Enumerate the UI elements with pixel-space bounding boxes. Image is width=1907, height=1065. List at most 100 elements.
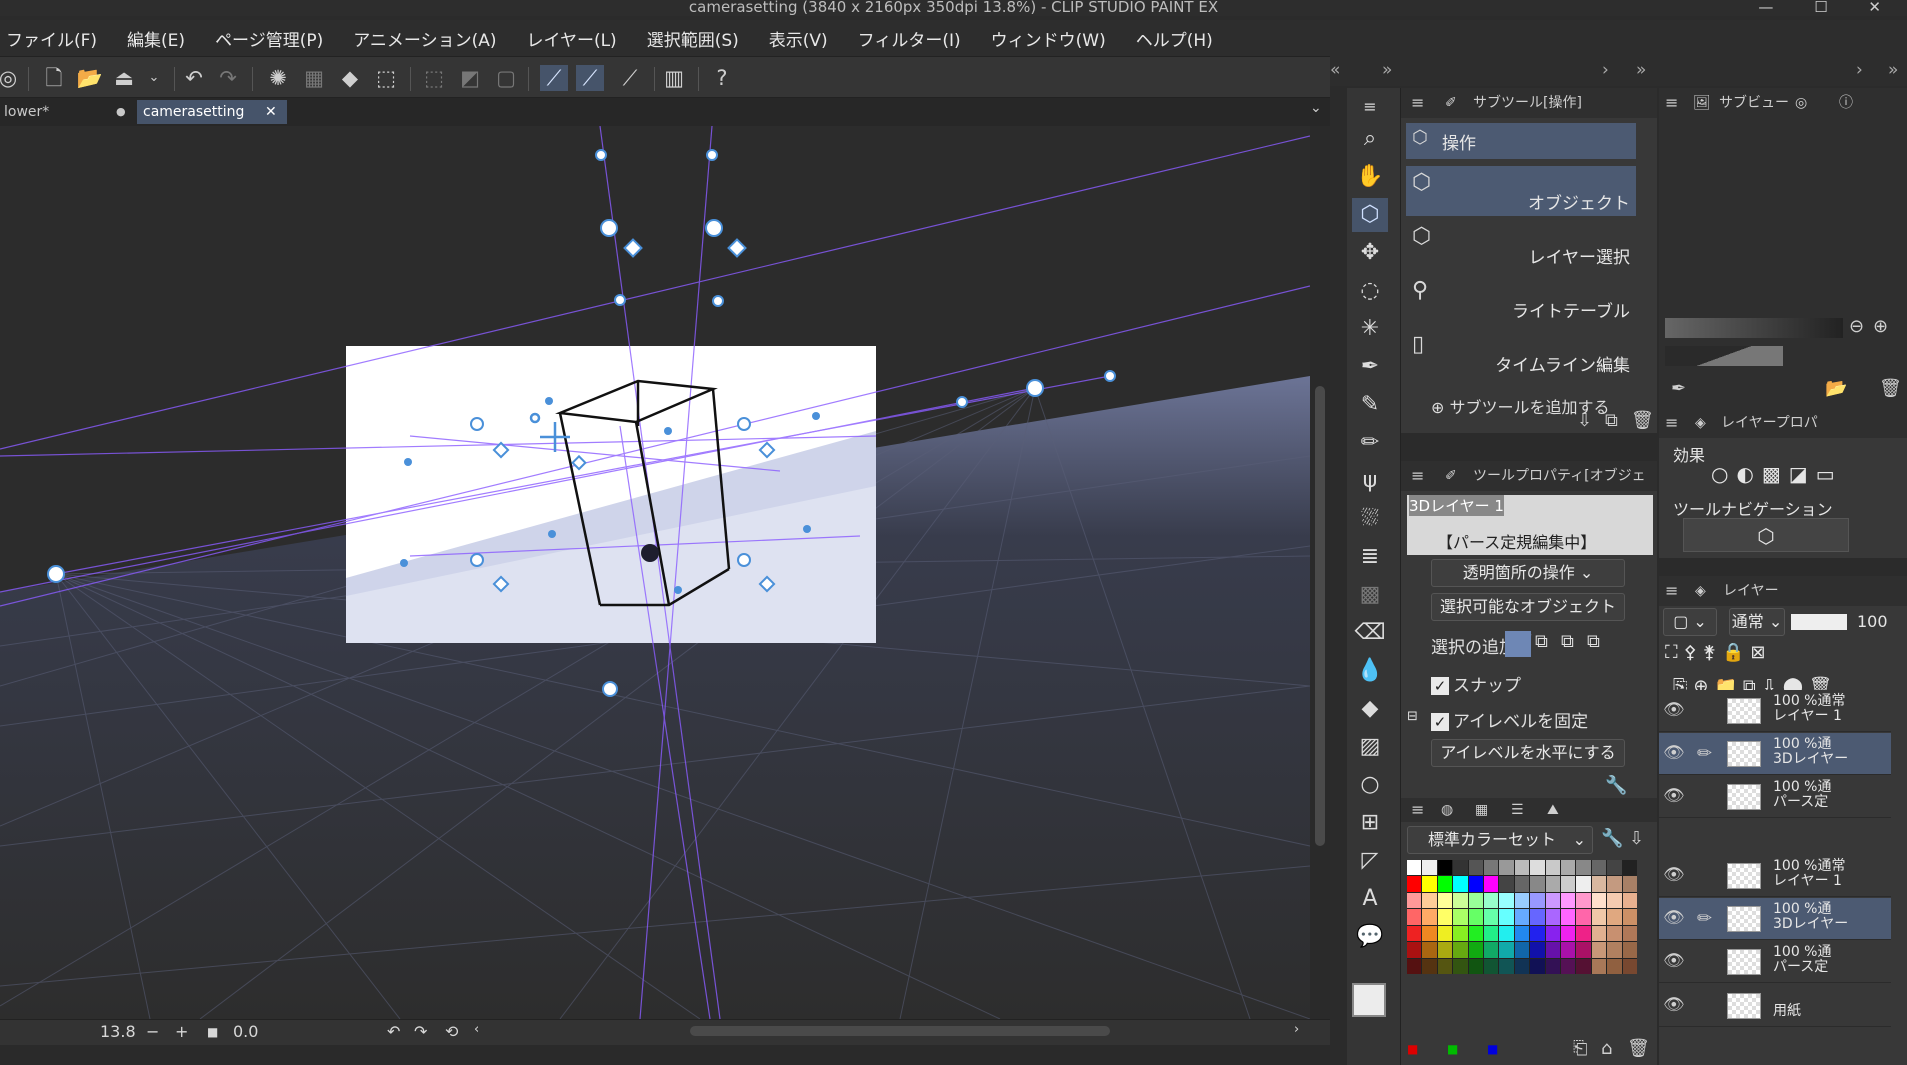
menu-filter[interactable]: フィルター(I) xyxy=(858,26,961,51)
wrench-icon[interactable]: 🔧 xyxy=(1605,775,1627,796)
fill-icon[interactable]: ◆ xyxy=(336,65,364,91)
palette-swatch[interactable] xyxy=(1591,958,1607,974)
palette-swatch[interactable] xyxy=(1591,942,1607,958)
palette-swatch[interactable] xyxy=(1453,942,1468,958)
magic-wand-icon[interactable]: ✳ xyxy=(1352,312,1388,346)
palette-swatch[interactable] xyxy=(1407,860,1422,876)
palette-swatch[interactable] xyxy=(1545,892,1560,909)
menu-icon[interactable]: ≡ xyxy=(1352,90,1388,124)
palette-swatch[interactable] xyxy=(1453,909,1468,925)
palette-swatch[interactable] xyxy=(1468,958,1483,974)
palette-swatch[interactable] xyxy=(1576,925,1591,942)
palette-swatch[interactable] xyxy=(1607,925,1622,942)
selection-border-icon[interactable]: ▢ xyxy=(492,65,520,91)
transparent-area-dropdown[interactable]: 透明箇所の操作 ⌄ xyxy=(1431,559,1625,587)
minimize-button[interactable]: — xyxy=(1758,0,1791,16)
zoom-value[interactable]: 13.8 xyxy=(100,1022,136,1041)
palette-swatch[interactable] xyxy=(1560,892,1576,909)
lasso-tool-icon[interactable]: ◌ xyxy=(1352,274,1388,308)
rotate-right-icon[interactable]: ↷ xyxy=(414,1022,427,1041)
palette-swatch[interactable] xyxy=(1530,909,1545,925)
palette-swatch[interactable] xyxy=(1422,925,1437,942)
palette-swatch[interactable] xyxy=(1453,892,1468,909)
snap-row[interactable]: ✓ スナップ xyxy=(1401,667,1629,701)
palette-swatch[interactable] xyxy=(1468,892,1483,909)
close-tab-icon[interactable]: ✕ xyxy=(265,100,277,124)
move-layer-tool-icon[interactable]: ✥ xyxy=(1352,236,1388,270)
color-set-dropdown[interactable]: 標準カラーセット ⌄ xyxy=(1407,826,1593,854)
layer-row[interactable]: 👁 ✏ 100 %通 3Dレイヤー xyxy=(1659,733,1891,775)
palette-swatch[interactable] xyxy=(1407,876,1422,892)
scroll-left-icon[interactable]: ‹ xyxy=(474,1022,479,1037)
chevron-down-icon[interactable]: ⌄ xyxy=(1310,100,1322,116)
menu-help[interactable]: ヘルプ(H) xyxy=(1136,26,1213,51)
palette-swatch[interactable] xyxy=(1468,909,1483,925)
eye-icon[interactable]: 👁 xyxy=(1663,786,1685,806)
expand-right-icon[interactable]: » xyxy=(1888,60,1898,80)
palette-swatch[interactable] xyxy=(1422,860,1437,876)
palette-swatch[interactable] xyxy=(1437,942,1453,958)
palette-swatch[interactable] xyxy=(1607,958,1622,974)
expand-right-icon[interactable]: » xyxy=(1636,60,1646,80)
palette-swatch[interactable] xyxy=(1576,958,1591,974)
collapse-left-icon[interactable]: « xyxy=(1330,60,1340,80)
menu-layer[interactable]: レイヤー(L) xyxy=(526,26,616,51)
undo-icon[interactable]: ↶ xyxy=(180,65,208,91)
eye-icon[interactable]: 👁 xyxy=(1663,908,1685,928)
angle-value[interactable]: 0.0 xyxy=(233,1022,258,1041)
pen-tool-icon[interactable]: ✎ xyxy=(1352,388,1388,422)
subtool-light-table[interactable]: ⚲ ライトテーブル xyxy=(1406,274,1636,324)
layer-option-icons[interactable]: ⛶⚴⚵🔒⊠ xyxy=(1665,642,1771,663)
main-color-swatch[interactable] xyxy=(1352,983,1386,1017)
chevron-right-icon[interactable]: › xyxy=(1602,60,1609,80)
decoration-tool-icon[interactable]: ≣ xyxy=(1352,540,1388,574)
balloon-tool-icon[interactable]: 💬 xyxy=(1352,920,1388,954)
clear-outside-icon[interactable]: ▦ xyxy=(300,65,328,91)
palette-swatch[interactable] xyxy=(1622,925,1637,942)
zoom-out-button[interactable]: − xyxy=(146,1022,159,1041)
palette-swatch[interactable] xyxy=(1407,925,1422,942)
palette-swatch[interactable] xyxy=(1514,958,1530,974)
palette-swatch[interactable] xyxy=(1453,860,1468,876)
palette-swatch[interactable] xyxy=(1453,876,1468,892)
palette-swatch[interactable] xyxy=(1530,892,1545,909)
menu-icon[interactable]: ≡ xyxy=(1411,461,1424,491)
gradient-icon[interactable]: ▨ xyxy=(1352,730,1388,764)
palette-swatch[interactable] xyxy=(1453,958,1468,974)
deselect-icon[interactable]: ⬚ xyxy=(420,65,448,91)
eye-icon[interactable]: 👁 xyxy=(1663,865,1685,885)
subtool-layer-select[interactable]: ⬡ レイヤー選択 xyxy=(1406,220,1636,270)
vertical-scrollbar[interactable] xyxy=(1310,126,1330,1019)
layer-row[interactable]: 👁 ✏ 100 %通 3Dレイヤー xyxy=(1659,898,1891,940)
subtool-object[interactable]: ⬡ オブジェクト xyxy=(1406,166,1636,216)
palette-swatch[interactable] xyxy=(1437,958,1453,974)
palette-swatch[interactable] xyxy=(1576,892,1591,909)
palette-swatch[interactable] xyxy=(1483,909,1499,925)
palette-swatch[interactable] xyxy=(1530,876,1545,892)
transform-icon[interactable]: ⬚ xyxy=(372,65,400,91)
palette-swatch[interactable] xyxy=(1530,860,1545,876)
palette-swatch[interactable] xyxy=(1576,876,1591,892)
layer-row[interactable]: 👁 100 %通 パース定 xyxy=(1659,941,1891,983)
expand-right-icon[interactable]: » xyxy=(1382,60,1392,80)
palette-swatch[interactable] xyxy=(1607,909,1622,925)
palette-swatch[interactable] xyxy=(1622,958,1637,974)
menu-icon[interactable]: ≡ xyxy=(1665,408,1678,438)
eye-icon[interactable]: 👁 xyxy=(1663,951,1685,971)
palette-swatch[interactable] xyxy=(1422,909,1437,925)
new-color-icon[interactable]: ⎗ xyxy=(1573,1038,1587,1059)
palette-swatch[interactable] xyxy=(1530,925,1545,942)
menu-icon[interactable]: ≡ xyxy=(1411,88,1424,118)
collapse-icon[interactable]: ⊟ xyxy=(1407,709,1418,724)
ruler-tool-icon[interactable]: ◸ xyxy=(1352,844,1388,878)
trash-icon[interactable]: 🗑 xyxy=(1627,1038,1650,1059)
menu-icon[interactable]: ≡ xyxy=(1411,798,1424,822)
palette-swatch[interactable] xyxy=(1468,876,1483,892)
rotation-slider[interactable] xyxy=(1665,346,1783,366)
open-image-icon[interactable]: 📂 xyxy=(1825,378,1847,399)
palette-swatch[interactable] xyxy=(1514,876,1530,892)
palette-swatch[interactable] xyxy=(1622,909,1637,925)
blend-icon[interactable]: 💧 xyxy=(1352,654,1388,688)
menu-page[interactable]: ページ管理(P) xyxy=(215,26,323,51)
replace-color-icon[interactable]: ⌂ xyxy=(1601,1038,1612,1059)
